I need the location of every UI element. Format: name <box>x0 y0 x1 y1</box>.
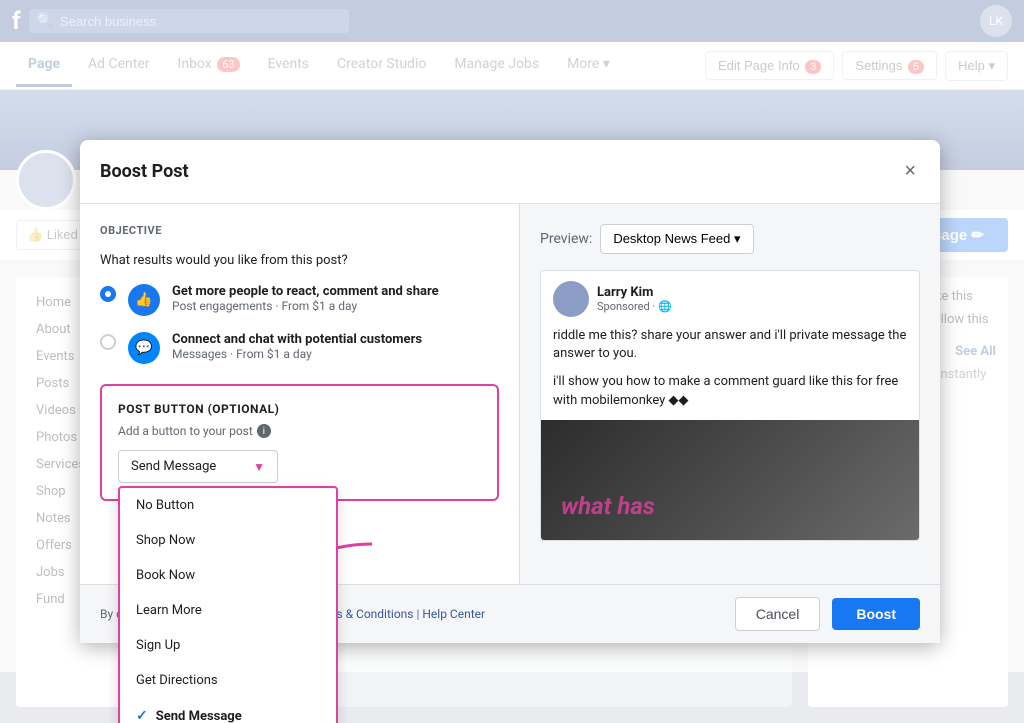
preview-feed-option: Desktop News Feed ▾ <box>613 231 740 247</box>
dropdown-item-shop-now[interactable]: Shop Now <box>120 523 336 558</box>
preview-card-header: Larry Kim Sponsored · 🌐 <box>541 271 919 327</box>
radio-messages <box>100 334 116 350</box>
objective-option-engagements[interactable]: 👍 Get more people to react, comment and … <box>100 284 499 316</box>
modal-body: OBJECTIVE What results would you like fr… <box>80 204 940 584</box>
selected-option-label: Send Message <box>131 459 216 474</box>
preview-post-meta: Sponsored · 🌐 <box>597 300 672 313</box>
option-sub-messages: Messages · From $1 a day <box>172 347 422 361</box>
hint-text: Add a button to your post <box>118 424 253 438</box>
option-text-engagements: Get more people to react, comment and sh… <box>172 284 439 313</box>
preview-post-text2: i'll show you how to make a comment guar… <box>541 373 919 419</box>
preview-author-name: Larry Kim <box>597 285 672 300</box>
option-sub-engagements: Post engagements · From $1 a day <box>172 299 439 313</box>
preview-image-overlay-text: what has <box>561 492 655 520</box>
close-modal-button[interactable]: × <box>900 156 920 187</box>
dropdown-item-sign-up[interactable]: Sign Up <box>120 628 336 663</box>
objective-option-messages[interactable]: 💬 Connect and chat with potential custom… <box>100 332 499 364</box>
dropdown-arrow-icon: ▼ <box>253 460 265 474</box>
radio-engagements <box>100 286 116 302</box>
objective-label: OBJECTIVE <box>100 224 499 237</box>
preview-card: Larry Kim Sponsored · 🌐 riddle me this? … <box>540 270 920 541</box>
modal-title: Boost Post <box>100 161 189 182</box>
dropdown-item-no-button[interactable]: No Button <box>120 488 336 523</box>
info-icon: i <box>257 424 271 438</box>
preview-author-avatar <box>553 281 589 317</box>
add-button-hint: Add a button to your post i <box>118 424 481 438</box>
help-center-link[interactable]: Help Center <box>422 607 485 621</box>
no-button-label: No Button <box>136 498 194 513</box>
option-text-messages: Connect and chat with potential customer… <box>172 332 422 361</box>
preview-post-text1: riddle me this? share your answer and i'… <box>541 327 919 373</box>
engagement-icon: 👍 <box>128 284 160 316</box>
boost-button[interactable]: Boost <box>832 598 920 630</box>
boost-post-modal: Boost Post × OBJECTIVE What results woul… <box>80 140 940 643</box>
modal-header: Boost Post × <box>80 140 940 204</box>
message-icon: 💬 <box>128 332 160 364</box>
post-button-label: POST BUTTON (Optional) <box>118 402 481 416</box>
post-button-dropdown[interactable]: Send Message ▼ <box>118 450 278 483</box>
preview-post-image: what has <box>541 420 919 540</box>
dropdown-item-learn-more[interactable]: Learn More <box>120 593 336 628</box>
cancel-button[interactable]: Cancel <box>735 597 821 631</box>
dropdown-item-book-now[interactable]: Book Now <box>120 558 336 593</box>
option-title-messages: Connect and chat with potential customer… <box>172 332 422 347</box>
preview-label: Preview: <box>540 231 592 247</box>
sign-up-label: Sign Up <box>136 638 180 653</box>
objective-question: What results would you like from this po… <box>100 253 499 268</box>
option-title-engagements: Get more people to react, comment and sh… <box>172 284 439 299</box>
preview-header: Preview: Desktop News Feed ▾ <box>540 224 920 254</box>
preview-feed-selector[interactable]: Desktop News Feed ▾ <box>600 224 753 254</box>
book-now-label: Book Now <box>136 568 195 583</box>
preview-author-info: Larry Kim Sponsored · 🌐 <box>597 285 672 313</box>
learn-more-label: Learn More <box>136 603 202 618</box>
modal-left-panel: OBJECTIVE What results would you like fr… <box>80 204 520 584</box>
post-button-section: POST BUTTON (Optional) Add a button to y… <box>100 384 499 501</box>
modal-right-panel: Preview: Desktop News Feed ▾ Larry Kim S… <box>520 204 940 584</box>
shop-now-label: Shop Now <box>136 533 195 548</box>
